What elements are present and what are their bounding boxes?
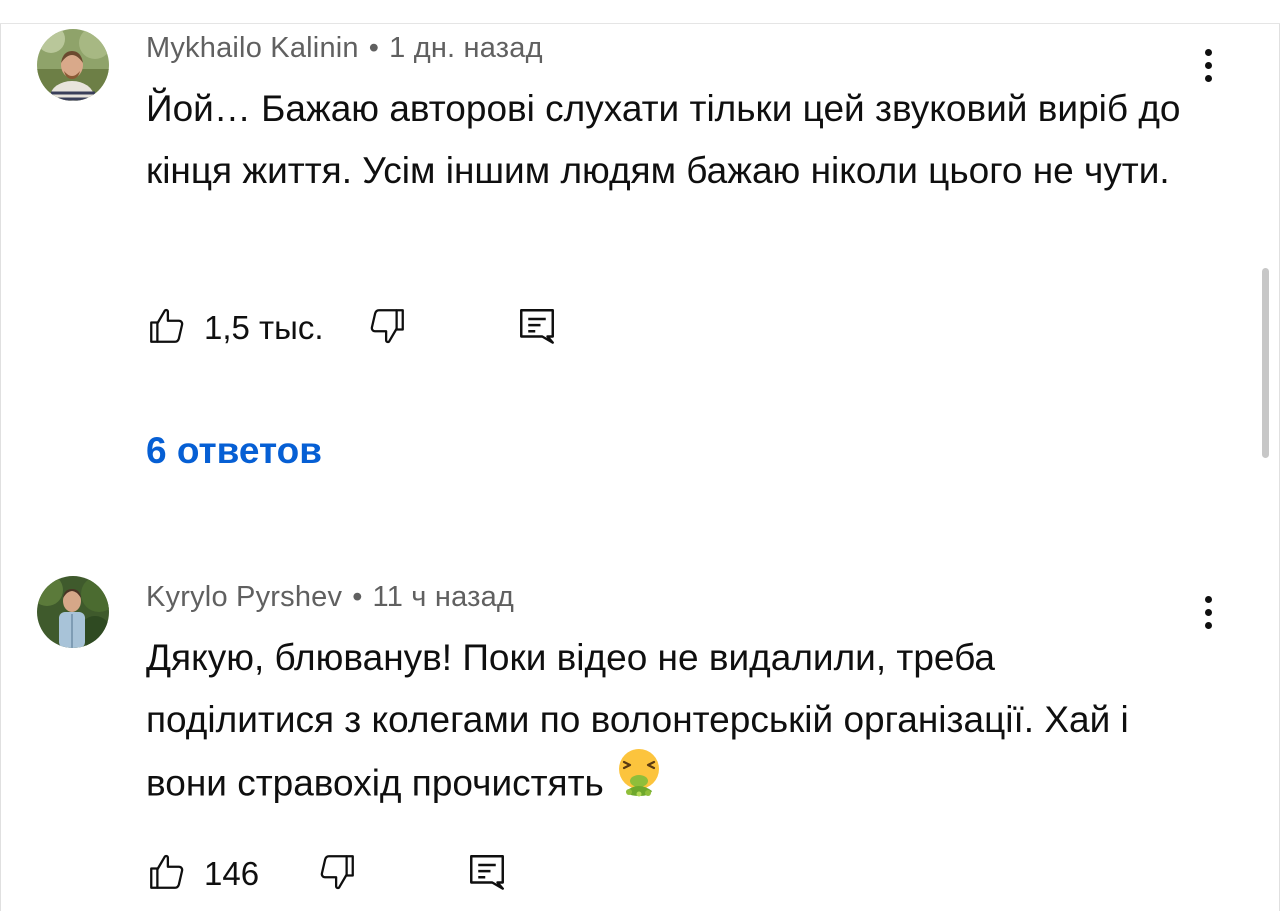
thumbs-up-icon[interactable] (146, 851, 188, 898)
view-replies-link[interactable]: 6 ответов (146, 430, 322, 472)
comment-actions: 1,5 тыс. (146, 305, 646, 349)
thumbs-down-icon[interactable] (366, 305, 408, 352)
meta-separator: • (368, 32, 380, 64)
comment-text: Дякую, блюванув! Поки відео не видалили,… (146, 627, 1186, 820)
thumbs-down-icon[interactable] (316, 851, 358, 898)
vomiting-face-emoji (614, 747, 664, 816)
avatar[interactable] (37, 29, 109, 101)
scrollbar-thumb[interactable] (1262, 268, 1269, 458)
thumbs-up-icon[interactable] (146, 305, 188, 352)
avatar[interactable] (37, 576, 109, 648)
comment-time[interactable]: 11 ч назад (373, 581, 515, 613)
comment-meta: Mykhailo Kalinin • 1 дн. назад (146, 32, 543, 65)
author-name[interactable]: Mykhailo Kalinin (146, 32, 359, 64)
more-vertical-icon-dot (1204, 621, 1212, 629)
comment-time[interactable]: 1 дн. назад (389, 32, 543, 64)
like-count: 146 (204, 855, 260, 892)
comment-meta: Kyrylo Pyrshev • 11 ч назад (146, 581, 514, 614)
more-actions-button[interactable] (1190, 40, 1226, 90)
reply-comment-icon[interactable] (516, 305, 558, 352)
more-vertical-icon-dot (1204, 608, 1212, 616)
more-vertical-icon-dot (1204, 74, 1212, 82)
more-vertical-icon (1204, 48, 1212, 56)
comment-actions: 146 (146, 851, 646, 895)
more-vertical-icon (1204, 595, 1212, 603)
like-count: 1,5 тыс. (204, 309, 324, 346)
comment-text: Йой… Бажаю авторові слухати тільки цей з… (146, 88, 1181, 191)
reply-comment-icon[interactable] (466, 851, 508, 898)
meta-separator: • (352, 581, 363, 613)
more-vertical-icon-dot (1204, 61, 1212, 69)
top-divider (0, 23, 1280, 24)
frame-border-left (0, 24, 1, 911)
more-actions-button[interactable] (1190, 587, 1226, 637)
author-name[interactable]: Kyrylo Pyrshev (146, 581, 342, 613)
